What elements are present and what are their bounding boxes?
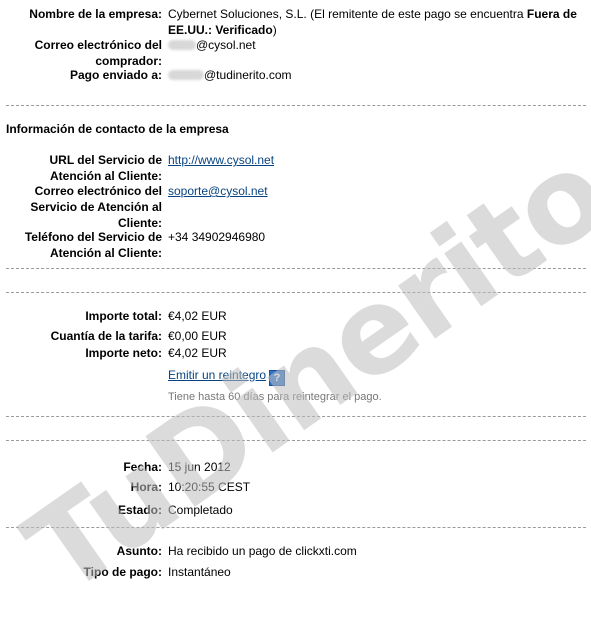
date-label: Fecha: — [123, 460, 162, 474]
service-email-value: soporte@cysol.net — [168, 183, 586, 199]
time-label: Hora: — [130, 480, 162, 494]
buyer-email-label: Correo electrónico del comprador: — [34, 38, 162, 68]
service-email-label: Correo electrónico del Servicio de Atenc… — [30, 184, 162, 230]
subject-label: Asunto: — [116, 544, 162, 558]
redacted-blur — [168, 40, 196, 50]
service-email-link[interactable]: soporte@cysol.net — [168, 184, 268, 198]
state-value: Completado — [168, 503, 233, 517]
subject-value: Ha recibido un pago de clickxti.com — [168, 544, 357, 558]
total-label: Importe total: — [85, 309, 162, 323]
total-value: €4,02 EUR — [168, 309, 227, 323]
payment-type-label: Tipo de pago: — [83, 565, 162, 579]
net-value: €4,02 EUR — [168, 346, 227, 360]
separator — [6, 416, 586, 417]
separator — [6, 440, 586, 441]
service-url-value: http://www.cysol.net — [168, 152, 586, 168]
separator — [6, 292, 586, 293]
merchant-name-value: Cybernet Soluciones, S.L. (El remitente … — [168, 7, 577, 37]
time-value: 10:20:55 CEST — [168, 480, 251, 494]
fee-value: €0,00 EUR — [168, 329, 227, 343]
separator — [6, 527, 586, 528]
sent-to-value: @tudinerito.com — [168, 67, 586, 83]
redacted-blur — [168, 70, 204, 80]
service-phone-label: Teléfono del Servicio de Atención al Cli… — [24, 230, 162, 260]
payment-type-value: Instantáneo — [168, 565, 231, 579]
separator — [6, 105, 586, 106]
help-icon[interactable]: ? — [269, 370, 286, 386]
merchant-name-label: Nombre de la empresa: — [29, 7, 162, 21]
sent-to-label: Pago enviado a: — [69, 68, 162, 82]
service-phone-value: +34 34902946980 — [168, 230, 266, 244]
service-url-label: URL del Servicio de Atención al Cliente: — [49, 153, 162, 183]
service-url-link[interactable]: http://www.cysol.net — [168, 153, 274, 167]
contact-section-title: Información de contacto de la empresa — [6, 122, 229, 136]
refund-actions: Emitir un reintegro? — [168, 367, 586, 386]
refund-note: Tiene hasta 60 días para reintegrar el p… — [168, 391, 382, 403]
fee-label: Cuantía de la tarifa: — [50, 329, 162, 343]
date-value: 15 jun 2012 — [168, 460, 231, 474]
buyer-email-value: @cysol.net — [168, 37, 586, 53]
state-label: Estado: — [117, 503, 162, 517]
refund-link[interactable]: Emitir un reintegro — [168, 368, 266, 382]
separator — [6, 268, 586, 269]
net-label: Importe neto: — [85, 346, 162, 360]
